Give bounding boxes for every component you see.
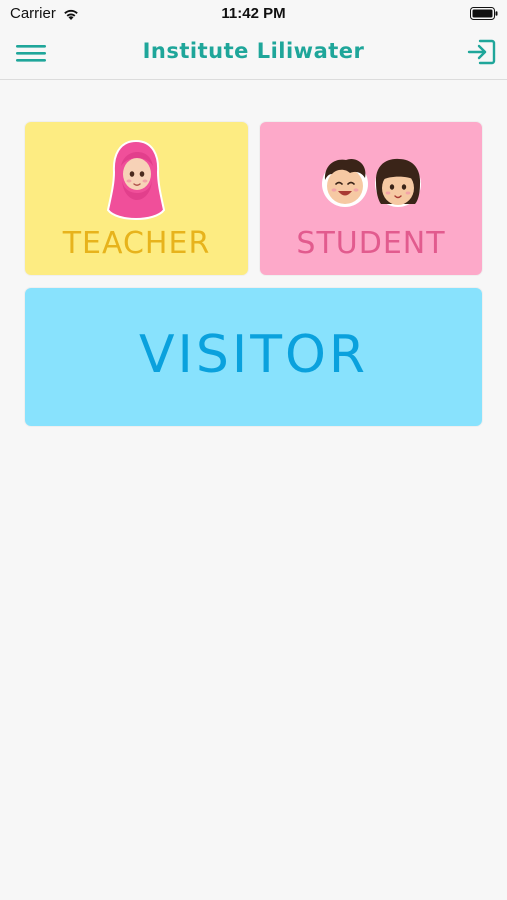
status-time: 11:42 PM (221, 5, 286, 22)
teacher-role-card[interactable]: TEACHER (25, 122, 248, 275)
teacher-illustration (106, 139, 166, 220)
student-role-card[interactable]: STUDENT (260, 122, 482, 275)
visitor-label: VISITOR (138, 325, 369, 385)
battery-icon (470, 7, 498, 20)
page-title: Institute Liliwater (142, 39, 365, 63)
teacher-label: TEACHER (62, 226, 211, 261)
navigation-bar: Institute Liliwater (0, 28, 507, 80)
login-icon (467, 39, 496, 65)
login-button[interactable] (466, 36, 498, 68)
visitor-role-card[interactable]: VISITOR (25, 288, 482, 426)
student-illustration (322, 158, 421, 207)
status-bar: Carrier 11:42 PM (0, 0, 507, 28)
student-label: STUDENT (296, 226, 446, 261)
